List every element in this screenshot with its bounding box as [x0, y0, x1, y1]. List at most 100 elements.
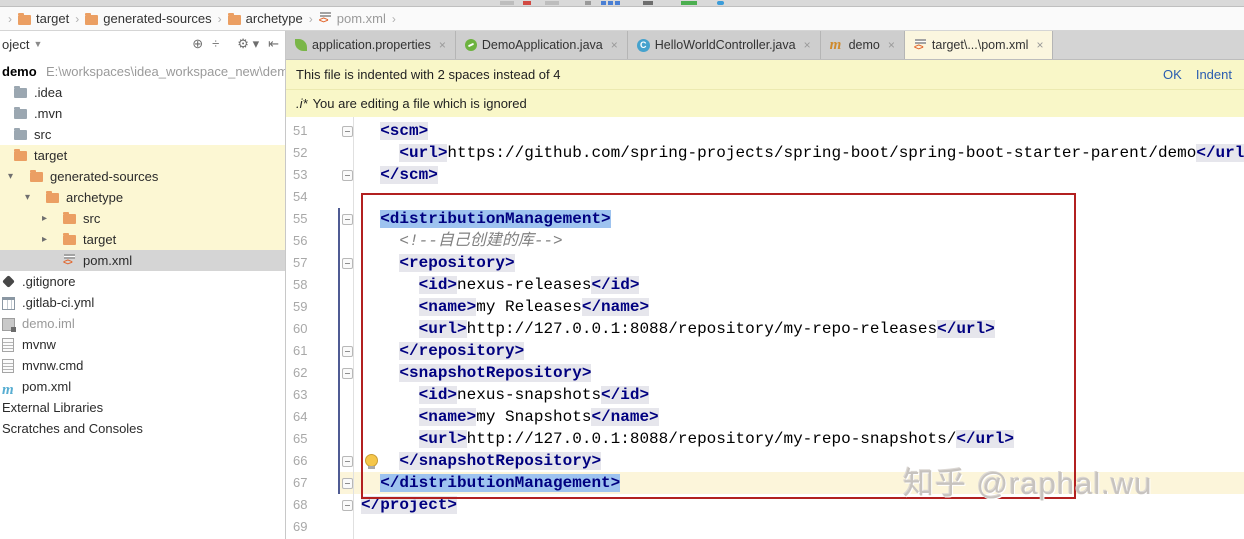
xml-tag: <name>: [418, 408, 477, 426]
xml-text: http://127.0.0.1:8088/repository/my-repo…: [466, 320, 938, 338]
code-line: </snapshotRepository>: [361, 450, 1244, 472]
fold-marker[interactable]: [342, 126, 353, 137]
close-icon[interactable]: ×: [611, 38, 618, 52]
tree-item[interactable]: .gitignore: [0, 271, 285, 292]
toolbar-icon[interactable]: [601, 1, 606, 5]
project-panel-title[interactable]: oject: [2, 37, 29, 52]
tree-item[interactable]: .mvn: [0, 103, 285, 124]
xml-text: [361, 210, 380, 228]
code-editor[interactable]: 51 52 53 54 55 56 57 58 59 60 61 62 63 64 65 66 67 68 69 <…: [286, 117, 1244, 539]
vcs-change-bar[interactable]: [338, 208, 340, 494]
xml-text: [361, 144, 399, 162]
breadcrumb-separator: ›: [75, 11, 80, 26]
gear-icon[interactable]: ⚙ ▾: [237, 36, 259, 51]
toolbar-icon[interactable]: [717, 1, 724, 5]
folder-gray-icon: [14, 86, 27, 98]
chevron-down-icon[interactable]: ▼: [33, 39, 42, 49]
folder-gray-icon: [14, 128, 27, 140]
tree-item[interactable]: ▸ target: [0, 229, 285, 250]
tree-item[interactable]: mvnw.cmd: [0, 355, 285, 376]
code-line: <id>nexus-snapshots</id>: [361, 384, 1244, 406]
toolbar-icon[interactable]: [615, 1, 620, 5]
xml-text: [361, 166, 380, 184]
close-icon[interactable]: ×: [439, 38, 446, 52]
maven-m-icon: [2, 379, 16, 393]
breadcrumb-item[interactable]: pom.xml: [319, 11, 386, 27]
code-line: <url>https://github.com/spring-projects/…: [361, 142, 1244, 164]
tab-application-properties[interactable]: application.properties ×: [286, 31, 456, 59]
tree-item[interactable]: demo.iml: [0, 313, 285, 334]
tab-target-pom-xml[interactable]: target\...\pom.xml ×: [904, 31, 1054, 59]
maven-file-icon: [319, 11, 332, 27]
folder-orange-icon: [227, 12, 241, 25]
close-icon[interactable]: ×: [1036, 38, 1043, 52]
tree-item[interactable]: .gitlab-ci.yml: [0, 292, 285, 313]
tree-item[interactable]: src: [0, 124, 285, 145]
code-text[interactable]: <scm> <url>https://github.com/spring-pro…: [361, 120, 1244, 538]
fold-marker[interactable]: [342, 456, 353, 467]
xml-tag: <url>: [399, 144, 448, 162]
breadcrumb-item[interactable]: archetype: [227, 11, 303, 26]
breadcrumb-item[interactable]: generated-sources: [85, 11, 212, 26]
chevron-down-icon[interactable]: ▾: [25, 187, 30, 208]
tree-item[interactable]: target: [0, 145, 285, 166]
toolbar-icon[interactable]: [681, 1, 697, 5]
hide-panel-icon[interactable]: ⇤: [268, 36, 279, 51]
chevron-right-icon[interactable]: ▸: [42, 208, 47, 229]
tree-item[interactable]: ▾ archetype: [0, 187, 285, 208]
tab-demo[interactable]: demo ×: [820, 31, 905, 59]
toolbar-icon[interactable]: [523, 1, 531, 5]
xml-tag: <id>: [418, 276, 458, 294]
tree-item[interactable]: .idea: [0, 82, 285, 103]
tree-item-label: External Libraries: [2, 400, 104, 415]
tree-item[interactable]: mvnw: [0, 334, 285, 355]
fold-marker[interactable]: [342, 478, 353, 489]
line-number: 60: [293, 321, 308, 336]
tree-item[interactable]: pom.xml: [0, 376, 285, 397]
toolbar-icon[interactable]: [585, 1, 591, 5]
collapse-all-icon[interactable]: ÷: [212, 36, 219, 51]
notification-ignored-prefix: .i*: [296, 96, 308, 111]
breadcrumb-item[interactable]: target: [18, 11, 69, 26]
tab-label: DemoApplication.java: [481, 38, 603, 52]
toolbar-icon[interactable]: [608, 1, 613, 5]
breadcrumb-separator: ›: [8, 11, 12, 26]
toolbar-icon[interactable]: [545, 1, 559, 5]
indent-link[interactable]: Indent: [1196, 67, 1232, 82]
fold-marker[interactable]: [342, 368, 353, 379]
tree-item[interactable]: demo E:\workspaces\idea_workspace_new\dem…: [0, 61, 285, 82]
chevron-right-icon[interactable]: ▸: [42, 229, 47, 250]
tree-item[interactable]: ▸ src: [0, 208, 285, 229]
close-icon[interactable]: ×: [888, 38, 895, 52]
toolbar-icon[interactable]: [500, 1, 514, 5]
tree-item[interactable]: Scratches and Consoles: [0, 418, 285, 439]
code-line: </repository>: [361, 340, 1244, 362]
line-number: 59: [293, 299, 308, 314]
lightbulb-icon[interactable]: [365, 454, 378, 469]
folder-gray-icon: [14, 107, 27, 119]
locate-icon[interactable]: ⊕: [192, 36, 203, 51]
xml-tag: </repository>: [399, 342, 525, 360]
class-icon: [636, 38, 650, 52]
fold-marker[interactable]: [342, 500, 353, 511]
breadcrumb-separator: ›: [217, 11, 222, 26]
line-number: 52: [293, 145, 308, 160]
close-icon[interactable]: ×: [804, 38, 811, 52]
ok-link[interactable]: OK: [1163, 67, 1182, 82]
fold-marker[interactable]: [342, 346, 353, 357]
toolbar-icon[interactable]: [643, 1, 653, 5]
fold-marker[interactable]: [342, 170, 353, 181]
tree-item[interactable]: pom.xml: [0, 250, 285, 271]
boot-icon: [464, 39, 477, 51]
tab-demoapplication-java[interactable]: DemoApplication.java ×: [455, 31, 628, 59]
tree-item[interactable]: External Libraries: [0, 397, 285, 418]
fold-marker[interactable]: [342, 258, 353, 269]
project-panel: oject ▼ ⊕ ÷ ⚙ ▾ ⇤ demo E:\workspaces\idea_wo…: [0, 31, 286, 539]
xml-tag: <url>: [418, 430, 467, 448]
fold-marker[interactable]: [342, 214, 353, 225]
tab-helloworldcontroller-java[interactable]: HelloWorldController.java ×: [627, 31, 821, 59]
chevron-down-icon[interactable]: ▾: [8, 166, 13, 187]
xml-tag: </name>: [591, 408, 659, 426]
line-number: 63: [293, 387, 308, 402]
tree-item[interactable]: ▾ generated-sources: [0, 166, 285, 187]
